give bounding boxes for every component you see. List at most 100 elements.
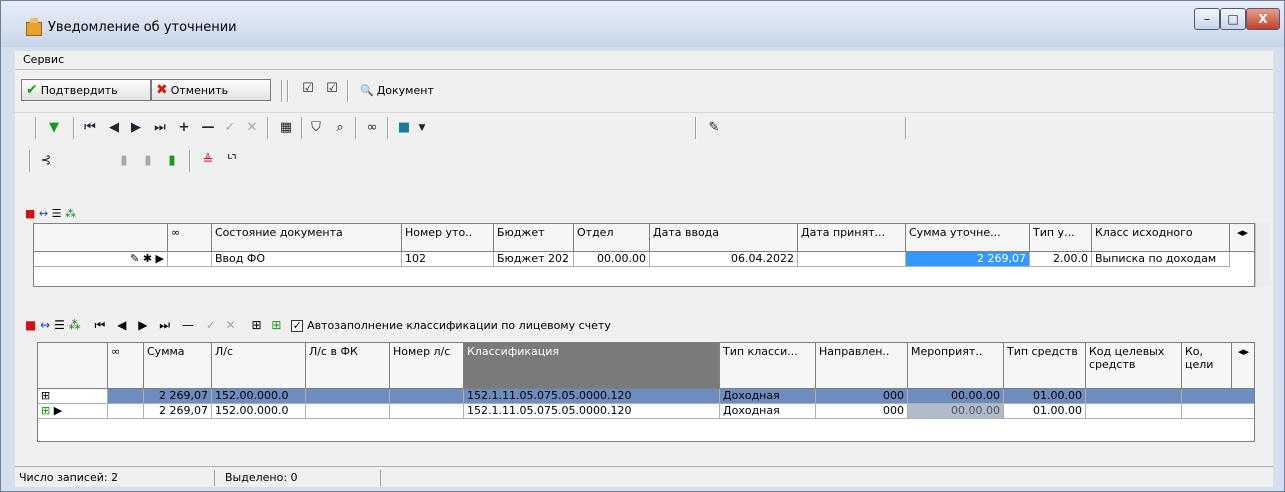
cell-class-type[interactable]: Доходная (720, 389, 816, 404)
cell-funds-type[interactable]: 01.00.00 (1004, 404, 1086, 419)
column-date-entry[interactable]: Дата ввода (650, 224, 798, 252)
add-row-icon[interactable]: ■ (25, 207, 35, 220)
column-sum[interactable]: Сумма (144, 343, 212, 389)
row-indicator[interactable]: ✎ ✱ ▶ (34, 252, 168, 267)
cell-classification[interactable]: 152.1.11.05.075.05.0000.120 (464, 404, 720, 419)
calculator-icon[interactable]: ▦ (277, 119, 295, 137)
cell-type[interactable]: 2.00.0 (1030, 252, 1092, 267)
cell-event[interactable]: 00.00.00 (908, 404, 1004, 419)
last-record-icon[interactable]: ⏭ (151, 119, 169, 137)
post-icon[interactable]: ✓ (221, 119, 239, 137)
column-ls[interactable]: Л/с (212, 343, 306, 389)
cell-sum[interactable]: 2 269,07 (906, 252, 1030, 267)
cell-date-accept[interactable] (798, 252, 906, 267)
cell-date-entry[interactable]: 06.04.2022 (650, 252, 798, 267)
cell-state[interactable]: Ввод ФО (212, 252, 402, 267)
cell-ls-number[interactable] (390, 389, 464, 404)
cell-class[interactable]: Выписка по доходам (1092, 252, 1230, 267)
column-target[interactable]: Ко, цели (1182, 343, 1232, 389)
next-record-icon[interactable]: ▶ (127, 119, 145, 137)
cell-ls[interactable]: 152.00.000.0 (212, 389, 306, 404)
delete-icon[interactable]: — (182, 318, 194, 332)
confirm-button[interactable]: ✔ Подтвердить (21, 79, 151, 101)
column-number[interactable]: Номер уто.. (402, 224, 494, 252)
column-scroll-arrows[interactable]: ◂▸ (1232, 343, 1254, 389)
cell-sum[interactable]: 2 269,07 (144, 404, 212, 419)
cell-funds-type[interactable]: 01.00.00 (1004, 389, 1086, 404)
cell-class-type[interactable]: Доходная (720, 404, 816, 419)
column-class-type[interactable]: Тип класси... (720, 343, 816, 389)
prev-record-icon[interactable]: ◀ (105, 119, 123, 137)
cell-dept[interactable]: 00.00.00 (574, 252, 650, 267)
cell-number[interactable]: 102 (402, 252, 494, 267)
column-type[interactable]: Тип у... (1030, 224, 1092, 252)
dropdown-arrow-icon[interactable]: ▼ (413, 119, 431, 137)
cell-sum[interactable]: 2 269,07 (144, 389, 212, 404)
next-record-icon[interactable]: ▶ (138, 318, 147, 332)
cell-target-code[interactable] (1086, 389, 1182, 404)
table-cell[interactable] (108, 404, 144, 419)
column-event[interactable]: Мероприят.. (908, 343, 1004, 389)
autofill-checkbox[interactable]: ✓ (291, 318, 304, 332)
filter-icon[interactable]: ⛉ (307, 119, 325, 137)
column-ls-fk[interactable]: Л/с в ФК (306, 343, 390, 389)
expand-all-icon[interactable]: ⊞ (252, 318, 262, 332)
column-class[interactable]: Класс исходного (1092, 224, 1230, 252)
restore-button[interactable]: □ (1220, 8, 1246, 30)
column-funds-type[interactable]: Тип средств (1004, 343, 1086, 389)
link-column-header[interactable]: ∞ (168, 224, 212, 252)
expand-icon[interactable]: ↔ (39, 207, 48, 220)
cancel-button[interactable]: ✖ Отменить (151, 79, 271, 101)
close-button[interactable]: X (1246, 8, 1280, 30)
menu-service[interactable]: Сервис (23, 53, 64, 66)
link-icon[interactable]: ∞ (363, 119, 381, 137)
sort-icon[interactable]: ≜ (199, 152, 217, 170)
edit-note-icon[interactable]: ✎ (705, 119, 723, 137)
column-budget[interactable]: Бюджет (494, 224, 574, 252)
table-cell[interactable] (108, 389, 144, 404)
cancel-edit-icon[interactable]: ✕ (226, 318, 236, 332)
column-direction[interactable]: Направлен.. (816, 343, 908, 389)
filter-funnel-icon[interactable]: ▼ (45, 119, 63, 137)
cell-classification[interactable]: 152.1.11.05.075.05.0000.120 (464, 389, 720, 404)
table-cell[interactable] (168, 252, 212, 267)
link-column-header[interactable]: ∞ (108, 343, 144, 389)
column-scroll-arrows[interactable]: ◂▸ (1230, 224, 1254, 252)
column-ls-number[interactable]: Номер л/с (390, 343, 464, 389)
table-cell[interactable] (1182, 389, 1254, 404)
checkbox-icon[interactable]: ☑ (323, 80, 341, 98)
column-target-code[interactable]: Код целевых средств (1086, 343, 1182, 389)
list-icon[interactable]: ☰ (52, 207, 62, 220)
document-button[interactable]: 🔍 Документ (355, 79, 445, 101)
find-binoculars-icon[interactable]: ⌕ (331, 119, 349, 137)
fields-icon[interactable]: ⁂ (65, 207, 76, 220)
cell-event[interactable]: 00.00.00 (908, 389, 1004, 404)
column-state[interactable]: Состояние документа (212, 224, 402, 252)
row-indicator[interactable]: ⊞ (38, 389, 108, 404)
first-record-icon[interactable]: ⏮ (81, 119, 99, 137)
collapse-all-icon[interactable]: ⊞ (271, 318, 281, 332)
column-date-accept[interactable]: Дата принят... (798, 224, 906, 252)
minimize-button[interactable]: – (1194, 8, 1220, 30)
cancel-edit-icon[interactable]: ✕ (243, 119, 261, 137)
column-sum[interactable]: Сумма уточне... (906, 224, 1030, 252)
export-icon[interactable]: ■ (395, 119, 413, 137)
expand-icon[interactable]: ↔ (40, 318, 50, 332)
cell-direction[interactable]: 000 (816, 389, 908, 404)
cell-ls-fk[interactable] (306, 389, 390, 404)
cell-ls[interactable]: 152.00.000.0 (212, 404, 306, 419)
row-indicator[interactable]: ⊞ ▶ (38, 404, 108, 419)
glasses-icon[interactable]: ᄓ (223, 152, 241, 170)
top-grid-scrollbar[interactable] (1255, 223, 1271, 287)
column-dept[interactable]: Отдел (574, 224, 650, 252)
prev-record-icon[interactable]: ◀ (117, 318, 126, 332)
first-record-icon[interactable]: ⏮ (94, 318, 105, 332)
tree-icon[interactable]: ⊰ (37, 152, 55, 170)
cell-direction[interactable]: 000 (816, 404, 908, 419)
last-record-icon[interactable]: ⏭ (159, 318, 170, 332)
post-icon[interactable]: ✓ (206, 318, 216, 332)
table-cell[interactable] (1182, 404, 1254, 419)
column-classification[interactable]: Классификация (464, 343, 720, 389)
add-row-icon[interactable]: ■ (25, 318, 36, 332)
cell-ls-number[interactable] (390, 404, 464, 419)
